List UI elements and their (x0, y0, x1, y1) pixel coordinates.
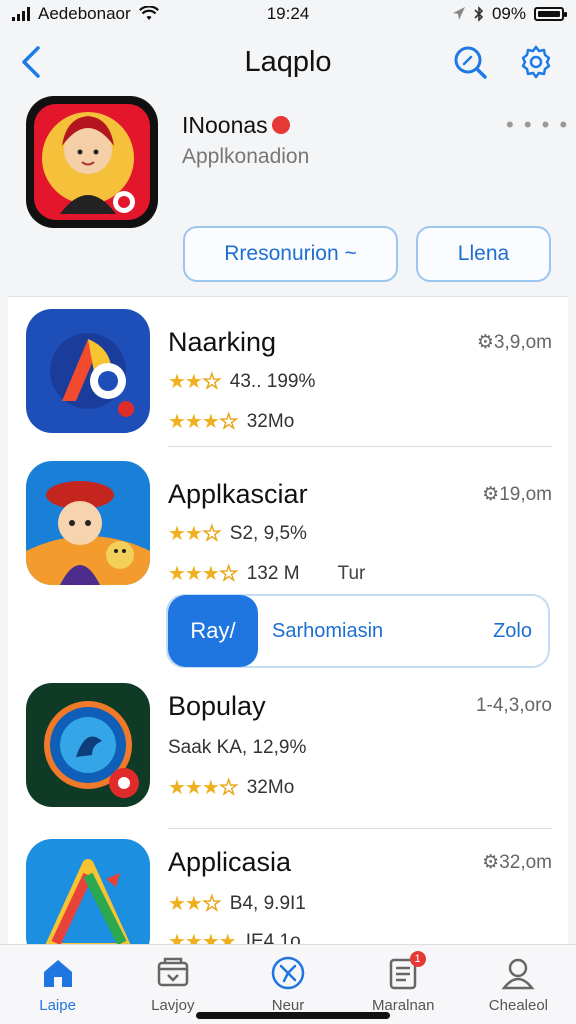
status-time: 19:24 (266, 4, 310, 23)
tab-label: Chealeol (488, 997, 549, 1014)
rating-line-secondary: ★★★ ★ 32Mo (168, 409, 294, 434)
star-rating-icon: ★★★★ (168, 776, 238, 799)
rating-text: B4, 9.9I1 (229, 892, 306, 914)
signal-icon (12, 7, 30, 21)
download-count: 32Mo (246, 776, 295, 798)
star-rating-icon: ★★ ★ (168, 892, 221, 915)
featured-app-name-text: INoonas (182, 112, 268, 138)
bluetooth-icon (474, 6, 484, 22)
games-icon (157, 957, 189, 987)
app-size: ⚙32,om (482, 852, 552, 873)
rating-line: ★★ ★ 43.. 199% (168, 369, 315, 394)
action-middle-link[interactable]: Sarhomiasin (272, 620, 383, 643)
rating-text: Saak KA, 12,9% (168, 737, 307, 758)
tab-label: Laipe (39, 997, 76, 1014)
app-name: Applkasciar (168, 479, 308, 509)
star-rating-icon: ★★ ★ (168, 522, 221, 545)
action-right-link[interactable]: Zolo (493, 620, 532, 643)
star-rating-icon: ★★ ★ (168, 370, 221, 393)
featured-app-icon[interactable] (26, 96, 158, 228)
divider (168, 828, 552, 829)
page-title: Laqplo (244, 46, 332, 78)
rating-line: ★★ ★ S2, 9,5% (168, 521, 307, 546)
search-icon[interactable] (452, 44, 488, 80)
gear-icon[interactable] (518, 44, 554, 80)
app-name: Bopulay (168, 691, 266, 721)
secondary-action-button[interactable]: Llena (416, 226, 551, 282)
wifi-icon (138, 6, 159, 20)
compass-icon (271, 956, 305, 990)
rating-line: Saak KA, 12,9% (168, 737, 306, 759)
carrier-label: Aedebonaor (38, 4, 131, 23)
app-name: Naarking (168, 327, 277, 357)
app-size: ⚙19,om (482, 484, 552, 505)
rating-text: S2, 9,5% (229, 522, 307, 544)
play-button[interactable]: Ray/ (168, 595, 258, 667)
location-icon (452, 7, 465, 20)
rating-text: 43.. 199% (229, 370, 316, 392)
rating-line-secondary: ★★★ ★ 132 M Tur (168, 561, 365, 586)
app-size: ⚙3,9,om (476, 332, 552, 353)
profile-icon (501, 958, 535, 990)
app-name: Applicasia (168, 847, 292, 877)
app-icon-3 (26, 683, 150, 807)
status-right: 09% (452, 4, 567, 24)
home-icon (43, 960, 72, 987)
notification-badge: 1 (409, 951, 426, 967)
tab-profile[interactable]: Chealeol (461, 945, 576, 1024)
tab-label: Lavjoy (151, 997, 195, 1014)
battery-icon (534, 7, 567, 21)
rating-line-secondary: ★★★ ★ 32Mo (168, 775, 294, 800)
primary-action-button[interactable]: Rresonurion ~ (183, 226, 398, 282)
more-options-icon[interactable]: • • • • (506, 112, 569, 138)
featured-app-name: INoonas (182, 112, 290, 139)
download-count: 32Mo (246, 410, 295, 432)
rating-line: ★★ ★ B4, 9.9I1 (168, 891, 306, 916)
status-left: Aedebonaor (12, 4, 159, 24)
action-row: Ray/ Sarhomiasin Zolo (166, 594, 550, 668)
back-chevron-icon[interactable] (16, 44, 48, 80)
star-rating-icon: ★★★★ (168, 410, 238, 433)
app-list: Naarking ⚙3,9,om ★★ ★ 43.. 199% ★★★ ★ 32Mo (8, 296, 568, 963)
home-indicator[interactable] (196, 1012, 390, 1019)
tab-home[interactable]: Laipe (0, 945, 115, 1024)
app-size: 1-4,3,oro (475, 695, 552, 716)
star-rating-icon: ★★★★ (168, 562, 238, 585)
divider (168, 446, 552, 447)
app-icon-2 (26, 461, 150, 585)
featured-app-subtitle: Applkonadion (182, 145, 310, 168)
status-bar: Aedebonaor 19:24 09% (0, 0, 576, 28)
app-icon-1 (26, 309, 150, 433)
extra-tag: Tur (337, 562, 366, 584)
badge-icon (271, 115, 290, 134)
battery-percent: 09% (491, 4, 526, 23)
download-count: 132 M (246, 562, 300, 584)
navigation-bar: Laqplo (0, 36, 576, 90)
